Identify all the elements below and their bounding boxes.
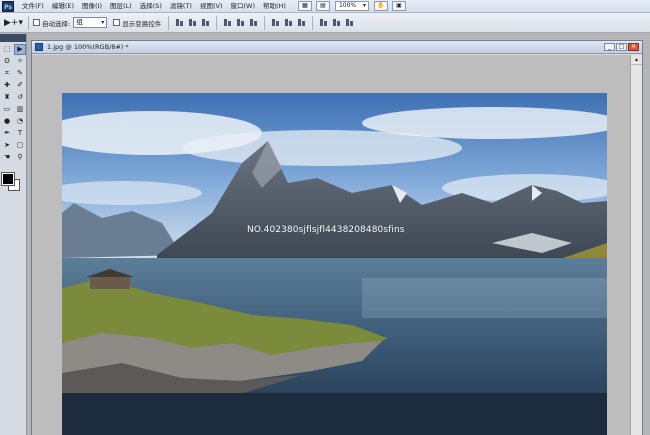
maximize-button[interactable]: □ — [616, 43, 627, 51]
zoom-level-select[interactable]: 100% ▾ — [334, 1, 369, 11]
bridge-icon[interactable]: ▦ — [297, 1, 312, 11]
landscape-image — [62, 93, 607, 435]
path-selection-tool-icon[interactable]: ➤ — [1, 140, 13, 151]
brush-tool-icon[interactable]: ✐ — [14, 80, 26, 91]
pen-tool-icon[interactable]: ✒ — [1, 128, 13, 139]
align-right-icon[interactable] — [249, 18, 258, 27]
foreground-color-swatch[interactable] — [1, 172, 15, 186]
auto-select-label: 自动选择: — [42, 19, 71, 28]
divider — [168, 15, 170, 30]
hand-tool-icon[interactable]: ✋ — [373, 1, 388, 11]
blur-tool-icon[interactable]: ● — [1, 116, 13, 127]
menu-edit[interactable]: 编辑(E) — [48, 0, 78, 13]
auto-select-value: 组 — [76, 18, 83, 26]
marquee-tool-icon[interactable]: ⬚ — [1, 44, 13, 55]
watermark-text: NO.402380sjflsjfl4438208480sfins — [247, 225, 405, 235]
distribute-top-icon[interactable] — [271, 18, 280, 27]
move-tool-icon[interactable]: ▶ — [14, 44, 26, 55]
chevron-down-icon: ▾ — [362, 2, 366, 9]
document-title-bar[interactable]: 1.jpg @ 100%(RGB/8#) * _ □ ✕ — [32, 41, 642, 54]
lasso-tool-icon[interactable]: ʘ — [1, 56, 13, 67]
menu-bar: Ps 文件(F) 编辑(E) 图像(I) 图层(L) 选择(S) 滤镜(T) 视… — [0, 0, 650, 13]
menu-window[interactable]: 窗口(W) — [226, 0, 259, 13]
landscape-photo: NO.402380sjflsjfl4438208480sfins — [62, 93, 607, 435]
document-icon — [35, 43, 43, 51]
chevron-down-icon: ▾ — [101, 19, 105, 26]
panel-grip[interactable] — [0, 34, 26, 42]
zoom-level-value: 100% — [338, 2, 357, 9]
document-title: 1.jpg @ 100%(RGB/8#) * — [47, 43, 129, 51]
scroll-up-icon[interactable]: ▴ — [631, 55, 642, 65]
crop-tool-icon[interactable]: ⌗ — [1, 68, 13, 79]
align-left-icon[interactable] — [223, 18, 232, 27]
align-vertical-center-icon[interactable] — [188, 18, 197, 27]
distribute-bottom-icon[interactable] — [297, 18, 306, 27]
document-window: 1.jpg @ 100%(RGB/8#) * _ □ ✕ NO.402380sj… — [31, 40, 643, 435]
slice-tool-icon[interactable]: ✎ — [14, 68, 26, 79]
menu-help[interactable]: 帮助(H) — [259, 0, 290, 13]
history-brush-tool-icon[interactable]: ↺ — [14, 92, 26, 103]
minimize-button[interactable]: _ — [604, 43, 615, 51]
menu-filter[interactable]: 滤镜(T) — [166, 0, 196, 13]
align-bottom-icon[interactable] — [201, 18, 210, 27]
distribute-right-icon[interactable] — [345, 18, 354, 27]
color-swatches — [0, 171, 26, 201]
menu-image[interactable]: 图像(I) — [78, 0, 106, 13]
align-top-icon[interactable] — [175, 18, 184, 27]
close-button[interactable]: ✕ — [628, 43, 639, 51]
arrange-documents-icon[interactable]: ▣ — [391, 1, 406, 11]
clone-stamp-tool-icon[interactable]: ♜ — [1, 92, 13, 103]
healing-brush-tool-icon[interactable]: ✚ — [1, 80, 13, 91]
menu-layer[interactable]: 图层(L) — [106, 0, 136, 13]
tool-preset-picker[interactable]: ▶+▾ — [4, 16, 24, 30]
eraser-tool-icon[interactable]: ▭ — [1, 104, 13, 115]
view-extras-icon[interactable]: ▤ — [315, 1, 330, 11]
auto-select-checkbox[interactable] — [33, 19, 40, 26]
canvas-area[interactable]: NO.402380sjflsjfl4438208480sfins — [32, 55, 630, 435]
type-tool-icon[interactable]: T — [14, 128, 26, 139]
hand-tool-icon[interactable]: ☚ — [1, 152, 13, 163]
align-horizontal-center-icon[interactable] — [236, 18, 245, 27]
dodge-tool-icon[interactable]: ◔ — [14, 116, 26, 127]
menu-file[interactable]: 文件(F) — [18, 0, 48, 13]
show-transform-label: 显示变换控件 — [122, 19, 162, 28]
options-bar: ▶+▾ 自动选择: 组 ▾ 显示变换控件 — [0, 13, 650, 33]
menu-select[interactable]: 选择(S) — [136, 0, 166, 13]
magic-wand-tool-icon[interactable]: ✧ — [14, 56, 26, 67]
divider — [264, 15, 266, 30]
distribute-left-icon[interactable] — [319, 18, 328, 27]
gradient-tool-icon[interactable]: ▥ — [14, 104, 26, 115]
tools-panel: ⬚ ▶ ʘ ✧ ⌗ ✎ ✚ ✐ ♜ ↺ ▭ ▥ ● ◔ ✒ T ➤ ▢ ☚ ⚲ — [0, 34, 27, 435]
divider — [216, 15, 218, 30]
show-transform-checkbox[interactable] — [113, 19, 121, 26]
distribute-hcenter-icon[interactable] — [332, 18, 341, 27]
divider — [312, 15, 314, 30]
shape-tool-icon[interactable]: ▢ — [14, 140, 26, 151]
distribute-center-icon[interactable] — [284, 18, 293, 27]
auto-select-dropdown[interactable]: 组 ▾ — [73, 17, 108, 28]
vertical-scrollbar[interactable]: ▴ — [630, 55, 642, 435]
divider — [28, 15, 29, 30]
photoshop-logo: Ps — [2, 0, 14, 12]
zoom-tool-icon[interactable]: ⚲ — [14, 152, 26, 163]
menu-view[interactable]: 视图(V) — [196, 0, 227, 13]
